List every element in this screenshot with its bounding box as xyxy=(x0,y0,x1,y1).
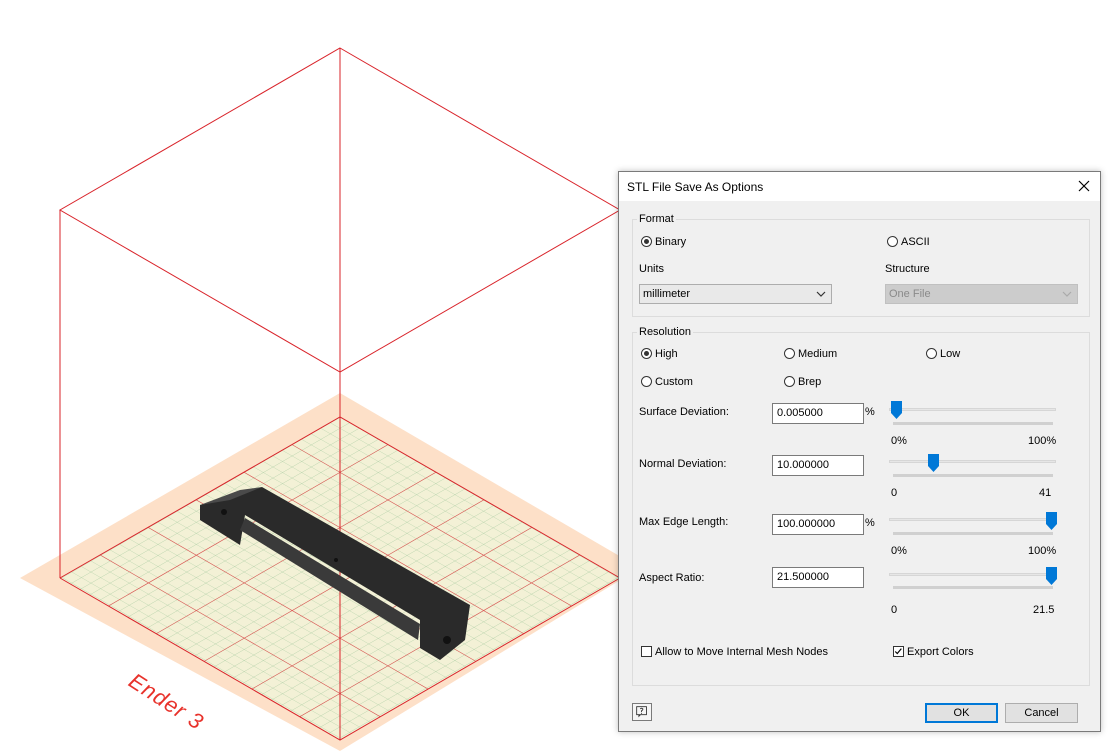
ascii-radio[interactable] xyxy=(887,236,898,247)
help-icon xyxy=(636,706,647,718)
normal-deviation-slider[interactable] xyxy=(927,454,939,472)
max-edge-length-unit: % xyxy=(865,517,875,529)
format-legend: Format xyxy=(637,213,676,225)
structure-label: Structure xyxy=(885,263,930,275)
custom-label: Custom xyxy=(655,376,693,388)
surface-deviation-min: 0% xyxy=(891,435,907,447)
aspect-ratio-input[interactable]: 21.500000 xyxy=(772,567,864,588)
resolution-legend: Resolution xyxy=(637,326,693,338)
medium-radio[interactable] xyxy=(784,348,795,359)
medium-label: Medium xyxy=(798,348,838,360)
normal-deviation-ticks xyxy=(893,474,1053,477)
aspect-ratio-slider[interactable] xyxy=(1046,567,1057,585)
binary-radio[interactable] xyxy=(641,236,652,247)
units-select-value: millimeter xyxy=(643,288,691,300)
dialog-titlebar: STL File Save As Options xyxy=(619,172,1100,201)
help-button[interactable] xyxy=(632,703,652,721)
max-edge-length-min: 0% xyxy=(891,545,907,557)
export-colors-label: Export Colors xyxy=(907,646,974,658)
surface-deviation-slider[interactable] xyxy=(891,401,903,419)
allow-move-checkbox[interactable] xyxy=(641,646,652,657)
structure-select: One File xyxy=(885,284,1078,304)
max-edge-length-max: 100% xyxy=(1028,545,1057,557)
export-colors-checkbox[interactable] xyxy=(893,646,904,657)
units-select[interactable]: millimeter xyxy=(639,284,832,304)
aspect-ratio-max: 21.5 xyxy=(1033,604,1055,616)
brep-radio[interactable] xyxy=(784,376,795,387)
cancel-button[interactable]: Cancel xyxy=(1005,703,1078,723)
normal-deviation-label: Normal Deviation: xyxy=(639,458,727,470)
max-edge-length-ticks xyxy=(893,532,1053,535)
chevron-down-icon xyxy=(816,291,826,297)
high-label: High xyxy=(655,348,678,360)
max-edge-length-slider[interactable] xyxy=(1046,512,1057,530)
low-radio[interactable] xyxy=(926,348,937,359)
surface-deviation-input[interactable]: 0.005000 xyxy=(772,403,864,424)
high-radio[interactable] xyxy=(641,348,652,359)
surface-deviation-track xyxy=(889,408,1056,411)
aspect-ratio-ticks xyxy=(893,586,1053,589)
ok-button[interactable]: OK xyxy=(925,703,998,723)
chevron-down-icon xyxy=(1062,291,1072,297)
surface-deviation-label: Surface Deviation: xyxy=(639,406,729,418)
low-label: Low xyxy=(940,348,961,360)
max-edge-length-track xyxy=(889,518,1056,521)
structure-select-value: One File xyxy=(889,288,931,300)
ascii-label: ASCII xyxy=(901,236,930,248)
checkmark-icon xyxy=(894,648,902,655)
brep-label: Brep xyxy=(798,376,822,388)
binary-label: Binary xyxy=(655,236,687,248)
normal-deviation-track xyxy=(889,460,1056,463)
normal-deviation-min: 0 xyxy=(891,487,898,499)
surface-deviation-ticks xyxy=(893,422,1053,425)
stl-options-dialog: STL File Save As Options Format Binary A… xyxy=(618,171,1101,732)
units-label: Units xyxy=(639,263,665,275)
aspect-ratio-min: 0 xyxy=(891,604,898,616)
resolution-group xyxy=(632,332,1090,686)
max-edge-length-input[interactable]: 100.000000 xyxy=(772,514,864,535)
close-icon[interactable] xyxy=(1074,176,1094,196)
aspect-ratio-track xyxy=(889,573,1056,576)
surface-deviation-unit: % xyxy=(865,406,875,418)
allow-move-label: Allow to Move Internal Mesh Nodes xyxy=(655,646,829,658)
max-edge-length-label: Max Edge Length: xyxy=(639,516,729,528)
normal-deviation-max: 41 xyxy=(1039,487,1052,499)
aspect-ratio-label: Aspect Ratio: xyxy=(639,572,705,584)
dialog-title: STL File Save As Options xyxy=(627,180,764,194)
custom-radio[interactable] xyxy=(641,376,652,387)
surface-deviation-max: 100% xyxy=(1028,435,1057,447)
normal-deviation-input[interactable]: 10.000000 xyxy=(772,455,864,476)
